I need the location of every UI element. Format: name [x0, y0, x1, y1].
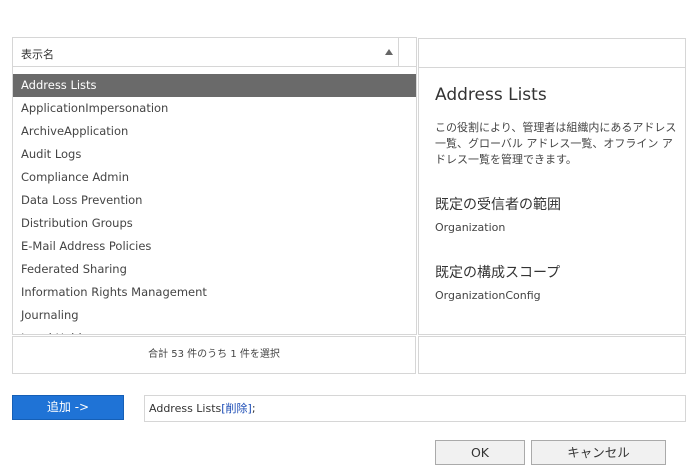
list-item[interactable]: Audit Logs	[13, 143, 416, 166]
sort-ascending-icon[interactable]	[385, 49, 393, 55]
selected-role-name: Address Lists	[149, 402, 222, 415]
details-title: Address Lists	[435, 85, 547, 105]
list-item[interactable]: E-Mail Address Policies	[13, 235, 416, 258]
config-scope-value: OrganizationConfig	[435, 289, 541, 302]
list-header-spacer	[398, 37, 417, 67]
list-item[interactable]: Information Rights Management	[13, 281, 416, 304]
list-item[interactable]: Legal Hold	[13, 327, 416, 334]
list-item[interactable]: Distribution Groups	[13, 212, 416, 235]
column-header-label: 表示名	[21, 48, 54, 61]
remove-link[interactable]: [削除]	[221, 402, 252, 415]
list-column-header[interactable]: 表示名	[12, 37, 398, 67]
details-header	[418, 38, 686, 68]
list-item[interactable]: Federated Sharing	[13, 258, 416, 281]
config-scope-heading: 既定の構成スコープ	[435, 265, 561, 281]
role-separator: ;	[251, 402, 256, 415]
selected-roles-field[interactable]: Address Lists[削除];	[144, 395, 686, 422]
details-footer	[418, 336, 686, 374]
list-item[interactable]: Data Loss Prevention	[13, 189, 416, 212]
list-item[interactable]: Journaling	[13, 304, 416, 327]
list-item[interactable]: ArchiveApplication	[13, 120, 416, 143]
add-button[interactable]: 追加 ->	[12, 395, 124, 420]
cancel-button[interactable]: キャンセル	[531, 440, 666, 465]
details-description: この役割により、管理者は組織内にあるアドレス一覧、グローバル アドレス一覧、オフ…	[435, 121, 677, 166]
recipient-scope-value: Organization	[435, 221, 506, 234]
selection-status: 合計 53 件のうち 1 件を選択	[12, 336, 416, 374]
list-item[interactable]: Address Lists	[13, 74, 416, 97]
list-item[interactable]: Compliance Admin	[13, 166, 416, 189]
ok-button[interactable]: OK	[435, 440, 525, 465]
recipient-scope-heading: 既定の受信者の範囲	[435, 197, 561, 213]
list-item[interactable]: ApplicationImpersonation	[13, 97, 416, 120]
role-list[interactable]: Address Lists ApplicationImpersonation A…	[12, 67, 417, 335]
